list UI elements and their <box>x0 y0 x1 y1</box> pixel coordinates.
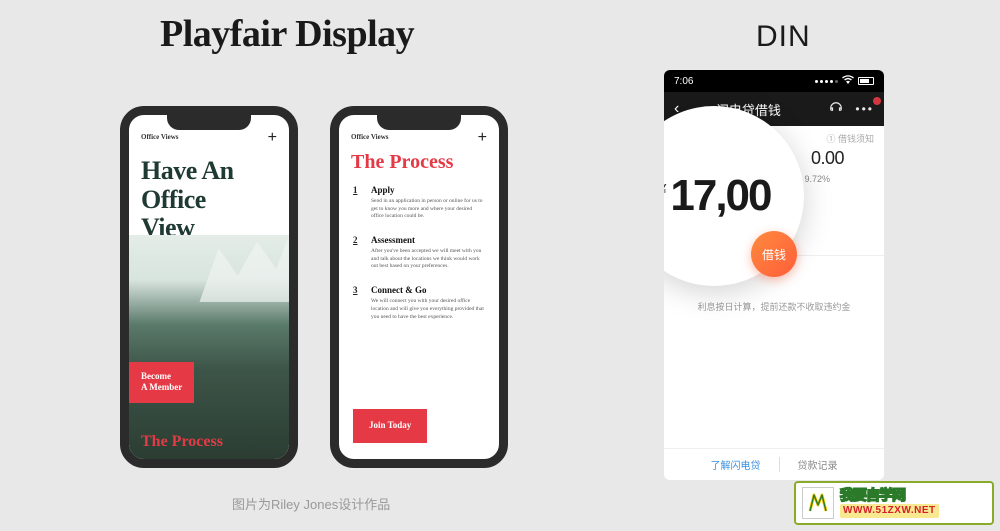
font-name-playfair: Playfair Display <box>160 12 414 56</box>
step-title: Apply <box>371 185 485 195</box>
brand-label: Office Views <box>141 133 179 141</box>
join-today-button[interactable]: Join Today <box>353 409 427 443</box>
become-member-button[interactable]: Become A Member <box>129 362 194 403</box>
watermark-title: 我要自学网 <box>840 488 939 502</box>
learn-more-link[interactable]: 了解闪电贷 <box>711 457 761 472</box>
plus-icon[interactable]: + <box>268 129 277 147</box>
step-text: After you've been accepted we will meet … <box>371 248 485 271</box>
step-item: 3 Connect & Go We will connect you with … <box>353 285 485 321</box>
step-text: Send in an application in person or onli… <box>371 198 485 221</box>
step-item: 1 Apply Send in an application in person… <box>353 185 485 221</box>
interest-info: 利息按日计算，提前还款不收取违约金 <box>664 300 884 313</box>
brand-label: Office Views <box>351 133 389 141</box>
notice-link[interactable]: ① 借钱须知 <box>826 132 874 145</box>
step-title: Assessment <box>371 235 485 245</box>
step-item: 2 Assessment After you've been accepted … <box>353 235 485 271</box>
step-title: Connect & Go <box>371 285 485 295</box>
phone-notch <box>377 114 461 130</box>
hero-image <box>129 235 289 459</box>
rate-value: 9.72% <box>804 174 830 184</box>
font-name-din: DIN <box>756 20 811 54</box>
status-time: 7:06 <box>674 76 693 87</box>
bottom-links: 了解闪电贷 贷款记录 <box>664 448 884 480</box>
status-bar: 7:06 <box>664 70 884 92</box>
loan-records-link[interactable]: 贷款记录 <box>779 457 838 472</box>
phone-notch <box>167 114 251 130</box>
image-caption: 图片为Riley Jones设计作品 <box>232 494 390 513</box>
process-heading: The Process <box>351 151 453 174</box>
watermark-url: WWW.51ZXW.NET <box>840 504 939 518</box>
battery-icon <box>858 77 874 85</box>
step-text: We will connect you with your desired of… <box>371 298 485 321</box>
wifi-icon <box>842 75 854 87</box>
borrow-button[interactable]: 借钱 <box>751 231 797 277</box>
signal-icon <box>815 80 838 83</box>
section-heading: The Process <box>141 433 223 451</box>
notification-badge <box>873 97 881 105</box>
amount-value: 0.00 <box>811 148 844 169</box>
big-number: 17,00 <box>670 171 770 221</box>
loan-card: ① 借钱须知 额度 0.00 9.72% ¥ 17,00 借钱 <box>664 126 884 256</box>
headset-icon[interactable] <box>829 101 843 118</box>
currency-symbol: ¥ <box>664 182 666 200</box>
phone-mockup-2: Office Views + The Process 1 Apply Send … <box>330 106 508 468</box>
watermark: 我要自学网 WWW.51ZXW.NET <box>794 481 994 525</box>
hero-headline: Have An Office View <box>141 157 234 243</box>
phone-mockup-3: 7:06 ‹ 闪电贷借钱 ••• ① 借钱须知 额度 0.00 9.72% ¥ <box>664 70 884 480</box>
watermark-logo-icon <box>802 487 834 519</box>
plus-icon[interactable]: + <box>478 129 487 147</box>
steps-list: 1 Apply Send in an application in person… <box>353 185 485 335</box>
phone-mockup-1: Office Views + Have An Office View Becom… <box>120 106 298 468</box>
more-icon[interactable]: ••• <box>855 102 874 116</box>
